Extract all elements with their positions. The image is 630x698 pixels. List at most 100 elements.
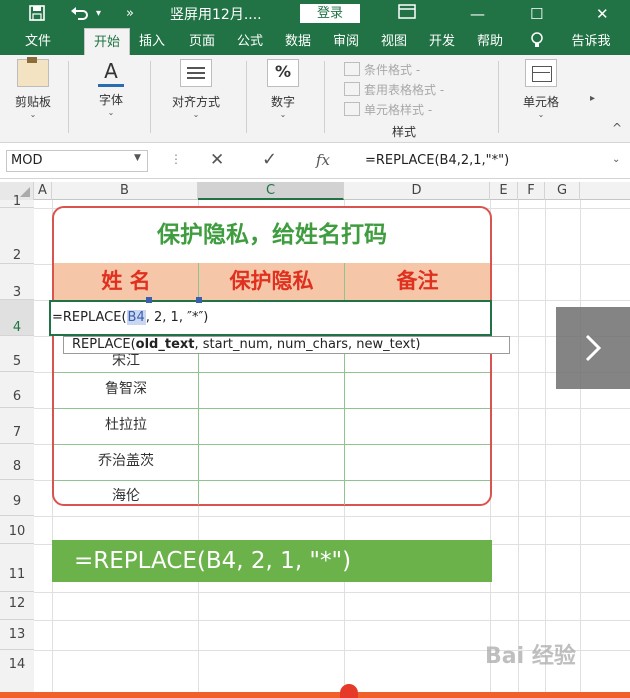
font-label: 字体 [98,93,123,107]
progress-bar [0,692,630,698]
clipboard-group[interactable]: 剪贴板 ⌄ [6,57,60,119]
number-label: 数字 [270,95,295,109]
name-cell-6[interactable]: 鲁智深 [54,378,198,398]
minimize-icon[interactable]: — [470,4,485,24]
formula-banner: =REPLACE(B4, 2, 1, "*") [52,540,492,582]
next-slide-button[interactable] [556,307,630,389]
window-title: 竖屏用12月.... [170,7,262,23]
watermark-text: Bai 经验 [485,644,576,669]
ribbon: 剪贴板 ⌄ A 字体 ⌄ 对齐方式 ⌄ % 数字 ⌄ 条件格式 - 套用表格格式… [0,55,630,143]
row-header-6[interactable]: 6 [0,372,34,408]
row-header-11[interactable]: 11 [0,544,34,592]
login-button[interactable]: 登录 [300,4,360,23]
styles-group-label: 样式 [392,125,417,139]
row-header-1[interactable]: 1 [0,195,34,208]
maximize-icon[interactable]: ☐ [530,4,543,24]
ribbon-display-icon[interactable] [398,4,416,25]
header-name[interactable]: 姓 名 [54,263,198,300]
enter-icon[interactable]: ✓ [262,149,277,170]
name-box-dropdown-icon[interactable]: ▼ [134,153,141,163]
column-header-b[interactable]: B [52,182,198,200]
alignment-group[interactable]: 对齐方式 ⌄ [160,59,232,119]
qat-more-icon[interactable]: » [126,4,134,24]
column-header-c[interactable]: C [198,182,344,200]
function-tooltip: REPLACE(old_text, start_num, num_chars, … [63,336,510,354]
column-headers: A B C D E F G [0,182,630,200]
conditional-format-button[interactable]: 条件格式 - [344,61,420,78]
card-title: 保护隐私，给姓名打码 [157,222,387,248]
font-dropdown-icon: ⌄ [107,108,115,117]
format-as-table-button[interactable]: 套用表格格式 - [344,81,444,98]
font-icon: A [96,59,126,87]
formula-input[interactable]: =REPLACE(B4,2,1,"*") [365,150,620,172]
name-cell-9[interactable]: 海伦 [54,485,198,505]
collapse-ribbon-icon[interactable]: ^ [612,121,622,135]
tab-insert[interactable]: 插入 [130,28,174,55]
number-dropdown-icon: ⌄ [279,110,287,119]
tab-formulas[interactable]: 公式 [228,28,272,55]
name-cell-7[interactable]: 杜拉拉 [54,414,198,434]
column-header-f[interactable]: F [518,182,545,200]
column-header-d[interactable]: D [344,182,490,200]
align-icon [180,59,212,87]
row-header-12[interactable]: 12 [0,592,34,620]
row-header-2[interactable]: 2 [0,208,34,264]
tab-developer[interactable]: 开发 [420,28,464,55]
undo-icon[interactable] [70,4,90,27]
clipboard-dropdown-icon: ⌄ [29,110,37,119]
row-header-14[interactable]: 14 [0,650,34,698]
column-header-e[interactable]: E [490,182,518,200]
save-icon[interactable] [28,4,46,27]
progress-dot[interactable] [340,684,358,698]
number-group[interactable]: % 数字 ⌄ [256,59,310,119]
cells-group[interactable]: 单元格 ⌄ [508,59,574,119]
cell-styles-button[interactable]: 单元格样式 - [344,101,432,118]
tab-help[interactable]: 帮助 [468,28,512,55]
row-header-4[interactable]: 4 [0,300,34,336]
row-header-3[interactable]: 3 [0,264,34,300]
chevron-right-icon [585,334,602,362]
percent-icon: % [267,59,299,87]
tab-file[interactable]: 文件 [14,28,62,55]
clipboard-icon [17,57,49,87]
tab-tell-me[interactable]: 告诉我 [560,28,622,55]
font-group[interactable]: A 字体 ⌄ [84,59,138,117]
undo-dropdown-icon[interactable]: ▾ [96,4,101,24]
cancel-icon[interactable]: ✕ [210,150,224,170]
table-format-icon [344,82,360,96]
range-handle[interactable] [196,297,202,303]
close-icon[interactable]: ✕ [596,4,609,24]
ribbon-scroll-icon[interactable]: ▸ [590,93,595,104]
row-header-7[interactable]: 7 [0,408,34,444]
name-cell-8[interactable]: 乔治盖茨 [54,450,198,470]
name-box[interactable]: MOD [6,150,148,172]
tab-view[interactable]: 视图 [372,28,416,55]
ribbon-tabs: 文件 开始 插入 页面 公式 数据 审阅 视图 开发 帮助 告诉我 [0,28,630,56]
name-cell-5[interactable]: 宋江 [54,352,198,370]
column-header-g[interactable]: G [545,182,580,200]
cell-formula-text[interactable]: =REPLACE(B4, 2, 1, ″*″) [52,310,208,325]
title-bar: ▾ » 竖屏用12月.... 登录 — ☐ ✕ [0,0,630,28]
clipboard-label: 剪贴板 [14,95,51,109]
column-header-a[interactable]: A [34,182,52,200]
insert-function-icon[interactable]: fx [316,151,330,169]
alignment-dropdown-icon: ⌄ [192,110,200,119]
row-header-8[interactable]: 8 [0,444,34,480]
tab-page-layout[interactable]: 页面 [178,28,226,55]
row-header-13[interactable]: 13 [0,620,34,650]
expand-formula-bar-icon[interactable]: ⌄ [612,154,620,165]
tab-data[interactable]: 数据 [276,28,320,55]
tab-home[interactable]: 开始 [84,28,130,56]
formula-bar-grip-icon: ⋮ [170,152,182,166]
row-header-5[interactable]: 5 [0,336,34,372]
tab-review[interactable]: 审阅 [324,28,368,55]
row-header-9[interactable]: 9 [0,480,34,516]
header-note[interactable]: 备注 [345,263,490,300]
row-header-10[interactable]: 10 [0,516,34,544]
alignment-label: 对齐方式 [171,95,220,109]
range-handle[interactable] [146,297,152,303]
cells-label: 单元格 [522,95,559,109]
lightbulb-icon[interactable] [522,28,552,55]
header-protect[interactable]: 保护隐私 [199,263,344,300]
formula-bar: MOD ▼ ⋮ ✕ ✓ fx =REPLACE(B4,2,1,"*") ⌄ [0,143,630,179]
